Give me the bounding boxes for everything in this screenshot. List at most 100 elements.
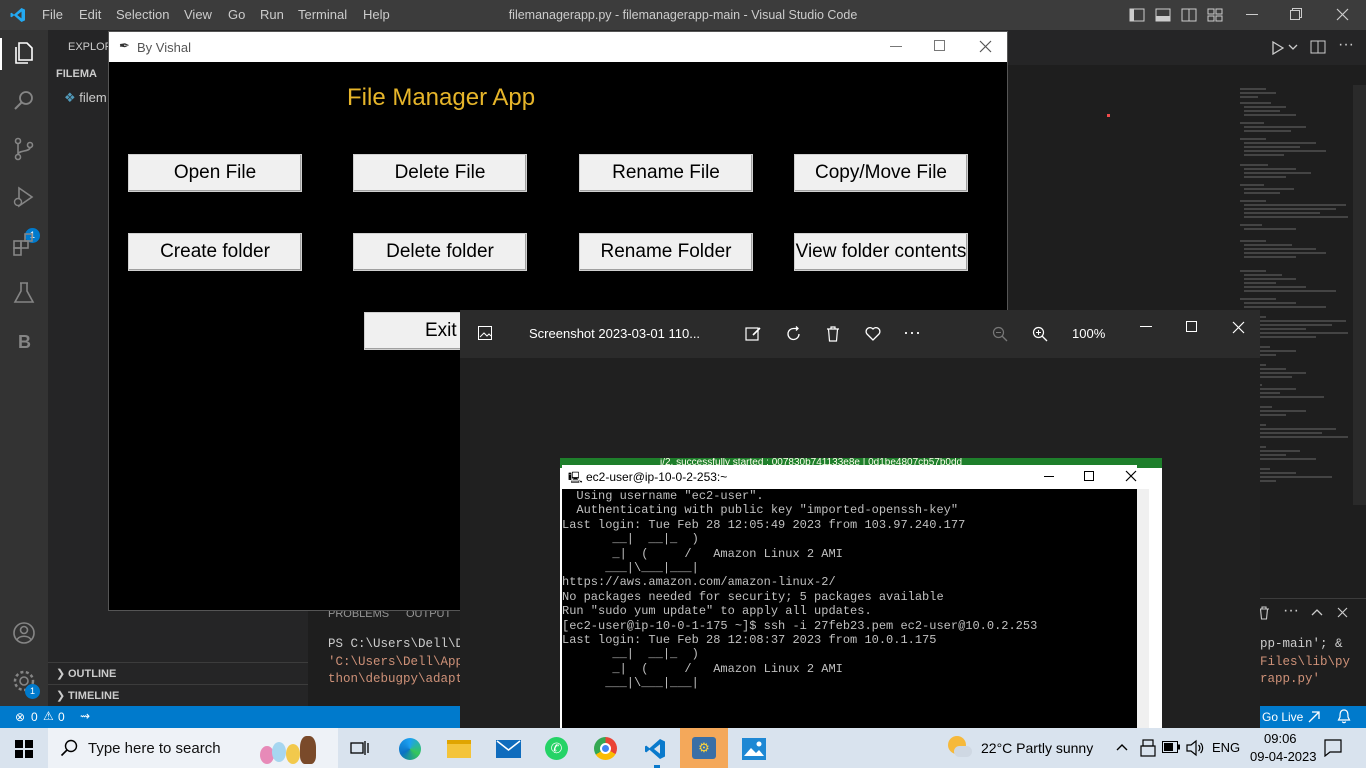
file-manager-titlebar[interactable]: ✒ By Vishal [109,32,1007,62]
warning-count[interactable]: 0 [58,710,65,724]
close-icon [1125,470,1137,482]
bookmarks-b-icon[interactable]: B [11,328,37,354]
delete-file-button[interactable]: Delete File [353,154,527,192]
putty-line: __| __|_ ) [562,647,699,662]
restore-icon[interactable] [1290,8,1302,20]
source-control-icon[interactable] [11,136,37,162]
image-icon [478,326,492,340]
putty-line: Last login: Tue Feb 28 12:08:37 2023 fro… [562,633,937,648]
python-file-icon: ❖ [64,90,76,105]
rename-folder-button[interactable]: Rename Folder [579,233,753,271]
view-folder-contents-button[interactable]: View folder contents [794,233,968,271]
notification-center-icon[interactable] [1324,739,1342,757]
windows-start-icon[interactable] [15,740,33,758]
delete-icon[interactable] [826,326,840,342]
clock-time[interactable]: 09:06 [1264,731,1297,746]
weather-text[interactable]: 22°C Partly sunny [981,740,1093,756]
edge-browser-icon[interactable] [399,738,421,760]
putty-line: ___|\___|___| [562,561,699,576]
delete-folder-button[interactable]: Delete folder [353,233,527,271]
minimize-icon[interactable] [1246,14,1258,16]
panel-close-icon[interactable] [1337,607,1348,618]
edit-image-icon[interactable] [745,326,762,342]
maximize-icon [1084,471,1094,481]
vscode-taskbar-icon[interactable] [644,738,666,760]
file-explorer-icon[interactable] [447,740,471,758]
putty-scrollbar [1137,489,1149,728]
photos-icon[interactable] [742,738,766,760]
putty-line: _| ( / Amazon Linux 2 AMI [562,661,843,676]
putty-line: Using username "ec2-user". [562,489,764,503]
chevron-right-icon: ❯ [56,690,66,702]
toggle-sidebar-icon[interactable] [1129,8,1145,22]
python-icon: ⚙ [692,737,716,759]
weather-partly-sunny-icon [948,736,972,760]
mail-icon[interactable] [496,740,521,758]
toggle-secondary-sidebar-icon[interactable] [1181,8,1197,22]
usb-device-icon[interactable] [1140,739,1156,757]
debug-status-icon[interactable]: ⇝ [80,709,90,723]
create-folder-button[interactable]: Create folder [128,233,302,271]
error-count[interactable]: 0 [31,710,38,724]
run-debug-icon[interactable] [11,184,37,210]
putty-line: No packages needed for security; 5 packa… [562,589,944,604]
timeline-section[interactable]: ❯ TIMELINE [48,684,308,706]
feedback-icon[interactable] [1307,710,1321,724]
notifications-bell-icon[interactable] [1337,709,1351,724]
feather-icon: ✒ [119,38,130,53]
explorer-icon[interactable] [11,40,37,66]
file-item-label: filem [79,90,107,105]
chevron-down-icon[interactable] [1288,44,1298,52]
chevron-up-icon[interactable] [1116,743,1128,751]
whatsapp-icon[interactable]: ✆ [545,737,568,760]
putty-icon: 🖳 [568,472,583,484]
testing-icon[interactable] [11,280,37,306]
outline-section[interactable]: ❯ OUTLINE [48,662,308,684]
rotate-icon[interactable] [786,326,802,342]
panel-more-icon[interactable]: ··· [1283,602,1299,620]
copy-move-file-button[interactable]: Copy/Move File [794,154,968,192]
split-editor-icon[interactable] [1310,40,1326,54]
rename-file-button[interactable]: Rename File [579,154,753,192]
extensions-icon[interactable] [11,232,37,258]
battery-icon[interactable] [1162,741,1180,753]
volume-icon[interactable] [1186,739,1204,757]
language-indicator[interactable]: ENG [1212,740,1240,755]
more-options-icon[interactable]: ··· [903,322,921,343]
chrome-icon[interactable] [594,737,617,760]
file-item[interactable]: ❖ filem [64,90,107,106]
customize-layout-icon[interactable] [1207,8,1223,22]
search-icon[interactable] [11,88,37,114]
active-indicator [0,38,2,70]
putty-title: ec2-user@ip-10-0-2-253:~ [586,470,728,484]
maximize-icon[interactable] [1186,321,1198,333]
folder-label[interactable]: FILEMA [56,68,97,80]
close-icon[interactable] [979,40,992,53]
close-icon[interactable] [1232,321,1245,334]
clock-date[interactable]: 09-04-2023 [1250,749,1317,764]
terminal-line: 'C:\Users\Dell\AppD [328,655,471,669]
search-placeholder: Type here to search [88,740,221,757]
minimize-icon[interactable] [890,46,902,48]
close-icon[interactable] [1336,8,1349,21]
more-actions-icon[interactable]: ··· [1338,36,1354,54]
run-icon[interactable] [1270,41,1284,55]
minimize-icon[interactable] [1140,326,1152,328]
zoom-out-icon[interactable] [992,326,1008,342]
python-app-active[interactable]: ⚙ [680,728,728,768]
editor-scrollbar[interactable] [1353,85,1366,505]
search-box[interactable]: Type here to search [48,728,338,768]
putty-line: Run "sudo yum update" to apply all updat… [562,604,872,619]
zoom-in-icon[interactable] [1032,326,1048,342]
task-view-icon[interactable] [350,739,370,757]
chevron-up-icon[interactable] [1311,608,1323,616]
accounts-icon[interactable] [11,620,37,646]
open-file-button[interactable]: Open File [128,154,302,192]
terminal-line-right: pp-main'; & [1260,637,1343,651]
remote-icon[interactable]: ⊗ [15,710,25,724]
toggle-panel-icon[interactable] [1155,8,1171,22]
maximize-icon[interactable] [934,40,946,52]
putty-line: __| __|_ ) [562,532,699,547]
go-live-button[interactable]: Go Live [1262,710,1303,724]
favorite-heart-icon[interactable] [865,326,881,341]
